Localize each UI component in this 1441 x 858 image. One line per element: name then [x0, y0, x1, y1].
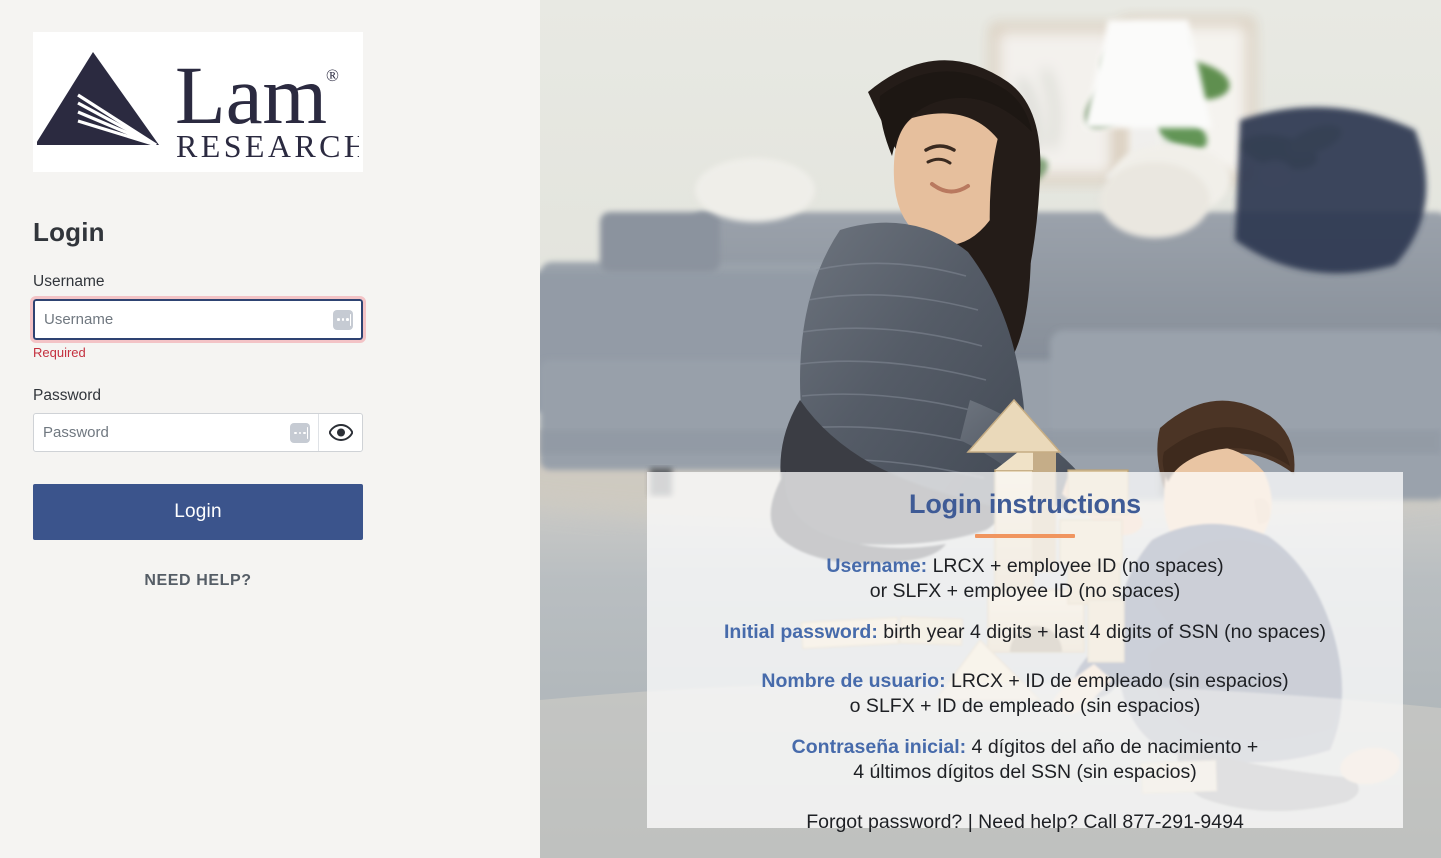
username-error-message: Required — [33, 345, 86, 361]
page-title: Login — [33, 217, 105, 247]
instructions-title: Login instructions — [909, 489, 1141, 519]
password-field-group: Password — [33, 387, 363, 453]
instruction-line: Nombre de usuario: LRCX + ID de empleado… — [667, 669, 1383, 694]
instruction-label: Username: — [826, 555, 928, 578]
login-button[interactable]: Login — [33, 484, 363, 541]
instructions-spanish-block: Nombre de usuario: LRCX + ID de empleado… — [667, 669, 1383, 719]
instruction-text: or SLFX + employee ID (no spaces) — [869, 580, 1181, 603]
login-page: Lam ® RESEARCH Login Username Required P… — [0, 0, 1441, 858]
instruction-text: LRCX + employee ID (no spaces) — [927, 555, 1224, 578]
password-input-shell[interactable] — [33, 413, 363, 453]
instructions-divider — [975, 534, 1075, 539]
instruction-text: birth year 4 digits + last 4 digits of S… — [877, 621, 1327, 644]
password-input[interactable] — [34, 414, 290, 452]
instruction-label: Initial password: — [723, 621, 878, 644]
eye-icon[interactable] — [318, 414, 362, 452]
svg-text:®: ® — [326, 66, 339, 85]
instructions-english-block: Username: LRCX + employee ID (no spaces)… — [667, 554, 1383, 604]
need-help-link[interactable]: NEED HELP? — [33, 572, 363, 590]
lam-research-logo: Lam ® RESEARCH — [33, 32, 363, 172]
instruction-line: or SLFX + employee ID (no spaces) — [667, 579, 1383, 604]
password-manager-icon[interactable] — [290, 422, 310, 443]
instructions-footer: Forgot password? | Need help? Call 877-2… — [806, 811, 1244, 834]
password-label: Password — [33, 386, 102, 404]
instruction-label: Nombre de usuario: — [761, 670, 946, 693]
username-input-shell[interactable] — [30, 296, 366, 344]
instruction-text: o SLFX + ID de empleado (sin espacios) — [849, 695, 1201, 718]
instruction-line: 4 últimos dígitos del SSN (sin espacios) — [667, 760, 1383, 785]
login-panel: Lam ® RESEARCH Login Username Required P… — [0, 0, 540, 858]
username-input[interactable] — [35, 301, 333, 339]
instruction-text: 4 dígitos del año de nacimiento + — [966, 736, 1259, 759]
instruction-text: LRCX + ID de empleado (sin espacios) — [945, 670, 1289, 693]
instruction-line: Initial password: birth year 4 digits + … — [667, 620, 1383, 645]
login-instructions-panel: Login instructions Username: LRCX + empl… — [647, 472, 1403, 833]
instruction-line: o SLFX + ID de empleado (sin espacios) — [667, 694, 1383, 719]
hero-photo-panel: Login instructions Username: LRCX + empl… — [540, 0, 1441, 858]
lam-research-logo-svg: Lam ® RESEARCH — [37, 49, 359, 164]
instructions-english-password: Initial password: birth year 4 digits + … — [667, 620, 1383, 645]
username-field-group: Username Required — [30, 272, 366, 361]
instruction-line: Contraseña inicial: 4 dígitos del año de… — [667, 735, 1383, 760]
eye-icon-svg — [328, 424, 353, 442]
instructions-spanish-password: Contraseña inicial: 4 dígitos del año de… — [667, 735, 1383, 785]
instruction-label: Contraseña inicial: — [791, 736, 967, 759]
instruction-line: Username: LRCX + employee ID (no spaces) — [667, 554, 1383, 579]
svg-text:RESEARCH: RESEARCH — [176, 128, 359, 164]
username-label: Username — [33, 272, 105, 290]
instruction-text: 4 últimos dígitos del SSN (sin espacios) — [853, 761, 1197, 784]
password-manager-icon[interactable] — [333, 309, 353, 330]
